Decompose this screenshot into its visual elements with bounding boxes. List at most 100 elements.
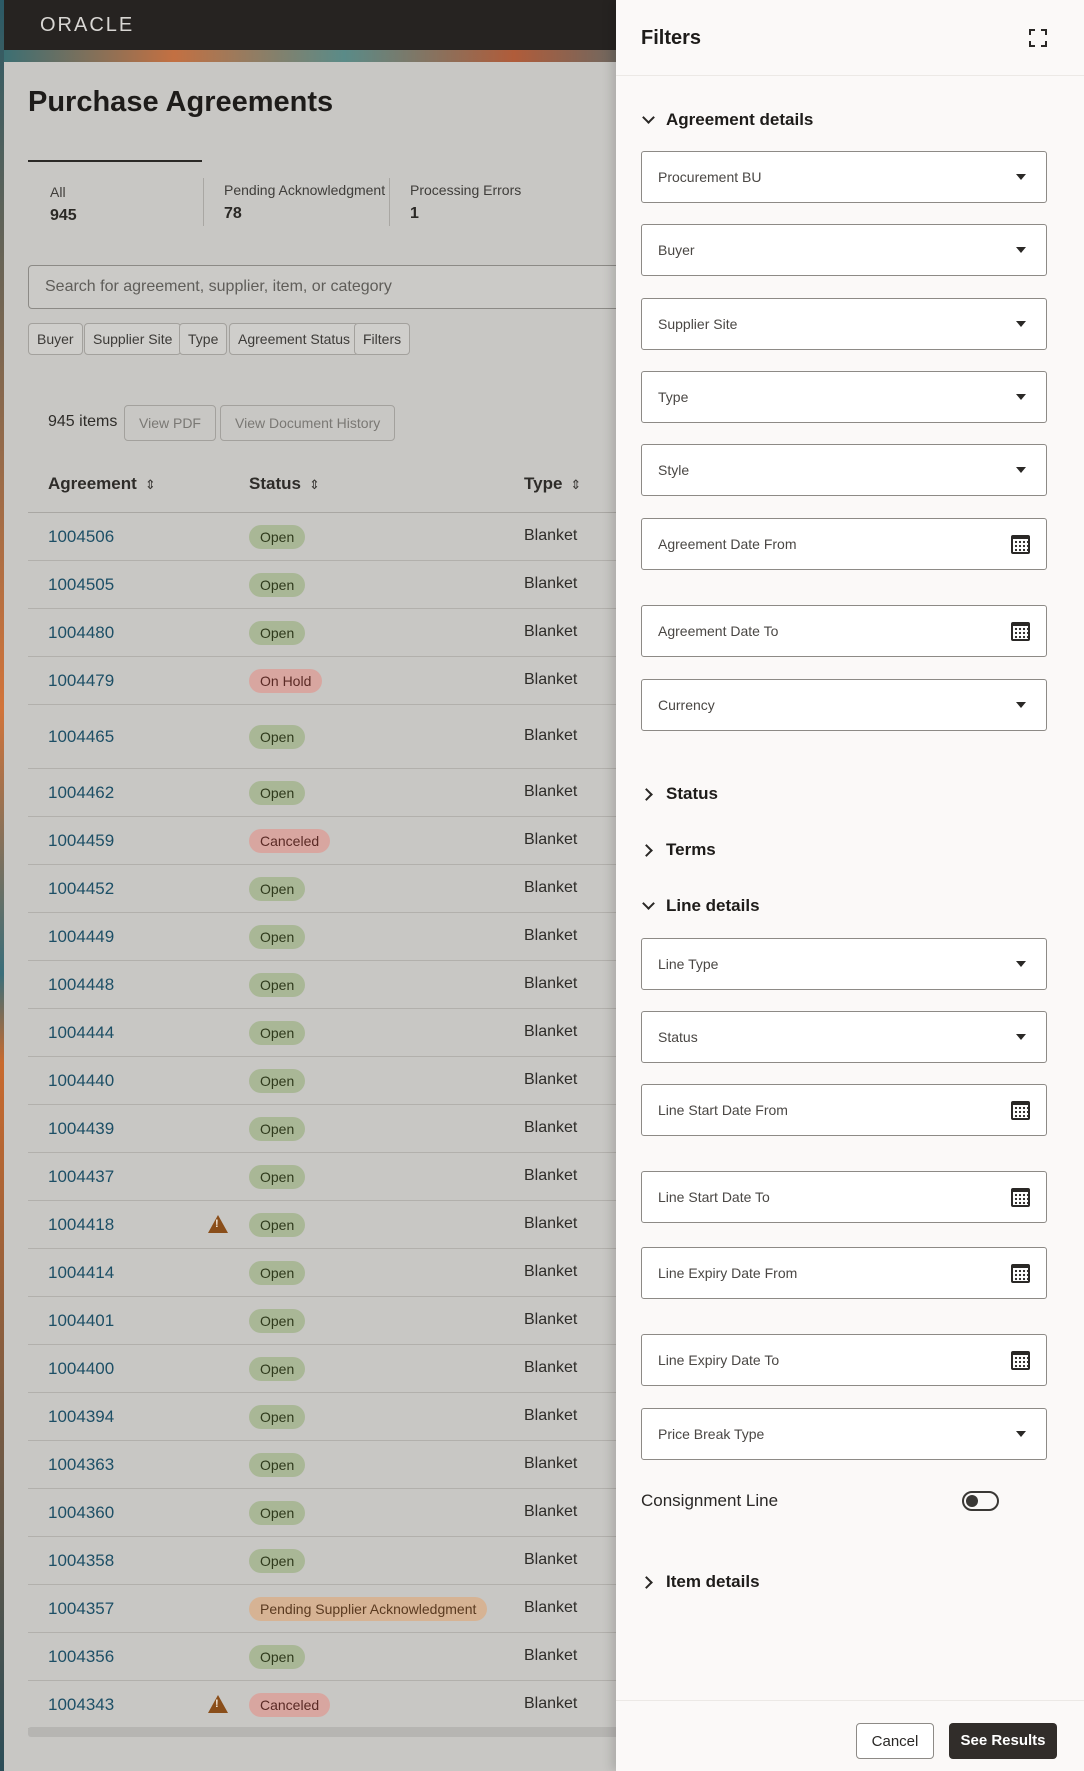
agreement-link[interactable]: 1004480 [48,623,114,643]
table-row[interactable]: 1004440 Open Blanket [28,1057,688,1105]
caret-down-icon[interactable] [1016,321,1026,327]
calendar-icon[interactable] [1011,535,1030,554]
tab-processing-errors[interactable]: Processing Errors 1 [390,160,560,240]
column-header-type[interactable]: Type ⇕ [524,456,581,512]
select-field[interactable]: Type [641,371,1047,423]
agreement-link[interactable]: 1004363 [48,1455,114,1475]
select-field[interactable]: Procurement BU [641,151,1047,203]
expand-icon[interactable] [1029,29,1047,47]
calendar-icon[interactable] [1011,1188,1030,1207]
table-row[interactable]: 1004394 Open Blanket [28,1393,688,1441]
table-row[interactable]: 1004343 Canceled Blanket [28,1681,688,1729]
agreement-link[interactable]: 1004360 [48,1503,114,1523]
chip-supplier-site[interactable]: Supplier Site [84,323,182,355]
view-document-history-button[interactable]: View Document History [220,405,396,441]
caret-down-icon[interactable] [1016,961,1026,967]
agreement-link[interactable]: 1004479 [48,671,114,691]
table-row[interactable]: 1004401 Open Blanket [28,1297,688,1345]
caret-down-icon[interactable] [1016,467,1026,473]
table-row[interactable]: 1004360 Open Blanket [28,1489,688,1537]
agreement-link[interactable]: 1004459 [48,831,114,851]
oracle-logo[interactable]: ORACLE [40,14,134,37]
table-row[interactable]: 1004400 Open Blanket [28,1345,688,1393]
table-row[interactable]: 1004479 On Hold Blanket [28,657,688,705]
table-row[interactable]: 1004480 Open Blanket [28,609,688,657]
calendar-icon[interactable] [1011,1101,1030,1120]
agreement-link[interactable]: 1004449 [48,927,114,947]
warning-icon[interactable] [208,1215,228,1233]
cancel-button[interactable]: Cancel [856,1723,934,1759]
warning-icon[interactable] [208,1695,228,1713]
caret-down-icon[interactable] [1016,174,1026,180]
agreement-link[interactable]: 1004506 [48,527,114,547]
table-row[interactable]: 1004439 Open Blanket [28,1105,688,1153]
date-field[interactable]: Line Start Date From [641,1084,1047,1136]
table-row[interactable]: 1004357 Pending Supplier Acknowledgment Bl… [28,1585,688,1633]
search-input[interactable]: Search for agreement, supplier, item, or… [28,265,688,309]
caret-down-icon[interactable] [1016,247,1026,253]
caret-down-icon[interactable] [1016,1431,1026,1437]
agreement-link[interactable]: 1004394 [48,1407,114,1427]
select-field[interactable]: Price Break Type [641,1408,1047,1460]
select-field[interactable]: Style [641,444,1047,496]
sort-icon[interactable]: ⇕ [145,477,156,492]
table-row[interactable]: 1004358 Open Blanket [28,1537,688,1585]
table-row[interactable]: 1004462 Open Blanket [28,769,688,817]
column-header-agreement[interactable]: Agreement ⇕ [48,456,156,512]
date-field[interactable]: Line Start Date To [641,1171,1047,1223]
chip-filters[interactable]: Filters [354,323,411,355]
table-row[interactable]: 1004444 Open Blanket [28,1009,688,1057]
date-field[interactable]: Line Expiry Date From [641,1247,1047,1299]
chip-type[interactable]: Type [179,323,228,355]
select-field[interactable]: Buyer [641,224,1047,276]
agreement-link[interactable]: 1004437 [48,1167,114,1187]
caret-down-icon[interactable] [1016,702,1026,708]
agreement-link[interactable]: 1004452 [48,879,114,899]
consignment-line-toggle[interactable] [962,1491,999,1511]
sort-icon[interactable]: ⇕ [570,477,581,492]
agreement-link[interactable]: 1004444 [48,1023,114,1043]
agreement-link[interactable]: 1004448 [48,975,114,995]
chip-agreement-status[interactable]: Agreement Status [229,323,360,355]
agreement-link[interactable]: 1004439 [48,1119,114,1139]
horizontal-scrollbar[interactable] [28,1727,684,1737]
table-row[interactable]: 1004356 Open Blanket [28,1633,688,1681]
chip-buyer[interactable]: Buyer [28,323,83,355]
agreement-link[interactable]: 1004414 [48,1263,114,1283]
calendar-icon[interactable] [1011,1264,1030,1283]
table-row[interactable]: 1004465 Open Blanket [28,705,688,769]
agreement-link[interactable]: 1004401 [48,1311,114,1331]
table-row[interactable]: 1004506 Open Blanket [28,513,688,561]
date-field[interactable]: Line Expiry Date To [641,1334,1047,1386]
caret-down-icon[interactable] [1016,394,1026,400]
table-row[interactable]: 1004418 Open Blanket [28,1201,688,1249]
select-field[interactable]: Supplier Site [641,298,1047,350]
table-row[interactable]: 1004452 Open Blanket [28,865,688,913]
agreement-link[interactable]: 1004440 [48,1071,114,1091]
view-pdf-button[interactable]: View PDF [124,405,216,441]
date-field[interactable]: Agreement Date From [641,518,1047,570]
agreement-link[interactable]: 1004343 [48,1695,114,1715]
select-field[interactable]: Currency [641,679,1047,731]
sort-icon[interactable]: ⇕ [309,477,320,492]
calendar-icon[interactable] [1011,1351,1030,1370]
table-row[interactable]: 1004437 Open Blanket [28,1153,688,1201]
tab-all[interactable]: All 945 [28,160,202,240]
agreement-link[interactable]: 1004356 [48,1647,114,1667]
table-row[interactable]: 1004449 Open Blanket [28,913,688,961]
table-row[interactable]: 1004505 Open Blanket [28,561,688,609]
table-row[interactable]: 1004448 Open Blanket [28,961,688,1009]
agreement-link[interactable]: 1004465 [48,727,114,747]
tab-pending-acknowledgment[interactable]: Pending Acknowledgment 78 [204,160,388,240]
table-row[interactable]: 1004414 Open Blanket [28,1249,688,1297]
agreement-link[interactable]: 1004418 [48,1215,114,1235]
select-field[interactable]: Status [641,1011,1047,1063]
column-header-status[interactable]: Status ⇕ [249,456,320,512]
agreement-link[interactable]: 1004505 [48,575,114,595]
agreement-link[interactable]: 1004400 [48,1359,114,1379]
date-field[interactable]: Agreement Date To [641,605,1047,657]
select-field[interactable]: Line Type [641,938,1047,990]
agreement-link[interactable]: 1004462 [48,783,114,803]
caret-down-icon[interactable] [1016,1034,1026,1040]
agreement-link[interactable]: 1004357 [48,1599,114,1619]
